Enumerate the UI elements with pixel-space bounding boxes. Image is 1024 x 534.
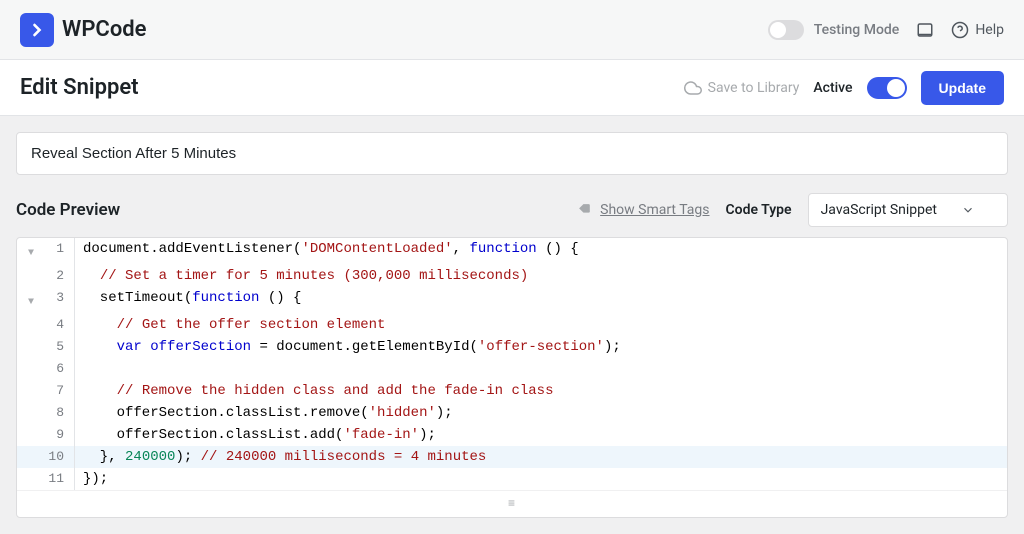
page-title: Edit Snippet (20, 75, 139, 100)
testing-mode-toggle[interactable]: Testing Mode (768, 20, 900, 40)
code-text[interactable]: setTimeout(function () { (75, 287, 1007, 314)
active-label: Active (813, 80, 852, 96)
preview-controls: Show Smart Tags Code Type JavaScript Sni… (576, 193, 1008, 227)
line-number: 3 (45, 287, 75, 314)
line-number: 6 (45, 358, 75, 380)
code-line[interactable]: 11}); (17, 468, 1007, 490)
fold-gutter[interactable] (17, 402, 45, 424)
show-smart-tags-link[interactable]: Show Smart Tags (576, 202, 709, 218)
active-toggle[interactable] (867, 77, 907, 99)
update-button[interactable]: Update (921, 71, 1004, 105)
action-bar: Edit Snippet Save to Library Active Upda… (0, 60, 1024, 116)
notifications-icon[interactable] (915, 20, 935, 40)
logo-text: WPCode (62, 17, 147, 42)
tags-icon (576, 202, 594, 218)
code-text[interactable]: // Get the offer section element (75, 314, 1007, 336)
fold-gutter[interactable]: ▼ (17, 238, 45, 265)
help-icon (951, 21, 969, 39)
code-line[interactable]: ▼3 setTimeout(function () { (17, 287, 1007, 314)
code-line[interactable]: 10 }, 240000); // 240000 milliseconds = … (17, 446, 1007, 468)
line-number: 2 (45, 265, 75, 287)
line-number: 7 (45, 380, 75, 402)
content-area: Code Preview Show Smart Tags Code Type J… (0, 116, 1024, 534)
line-number: 4 (45, 314, 75, 336)
fold-gutter[interactable] (17, 358, 45, 380)
testing-mode-label: Testing Mode (814, 22, 900, 38)
fold-gutter[interactable]: ▼ (17, 287, 45, 314)
action-bar-right: Save to Library Active Update (684, 71, 1004, 105)
line-number: 1 (45, 238, 75, 265)
code-text[interactable]: // Remove the hidden class and add the f… (75, 380, 1007, 402)
code-type-select[interactable]: JavaScript Snippet (808, 193, 1008, 227)
code-editor[interactable]: ▼1document.addEventListener('DOMContentL… (16, 237, 1008, 518)
code-text[interactable]: offerSection.classList.remove('hidden'); (75, 402, 1007, 424)
fold-gutter[interactable] (17, 446, 45, 468)
code-line[interactable]: 7 // Remove the hidden class and add the… (17, 380, 1007, 402)
code-line[interactable]: 9 offerSection.classList.add('fade-in'); (17, 424, 1007, 446)
code-line[interactable]: ▼1document.addEventListener('DOMContentL… (17, 238, 1007, 265)
line-number: 10 (45, 446, 75, 468)
logo-icon (20, 13, 54, 47)
fold-gutter[interactable] (17, 424, 45, 446)
snippet-title-input[interactable] (16, 132, 1008, 175)
code-line[interactable]: 2 // Set a timer for 5 minutes (300,000 … (17, 265, 1007, 287)
line-number: 8 (45, 402, 75, 424)
code-type-value: JavaScript Snippet (821, 202, 937, 218)
preview-header: Code Preview Show Smart Tags Code Type J… (16, 193, 1008, 227)
cloud-icon (684, 79, 702, 97)
code-line[interactable]: 5 var offerSection = document.getElement… (17, 336, 1007, 358)
testing-mode-switch[interactable] (768, 20, 804, 40)
code-text[interactable] (75, 358, 1007, 380)
resize-handle[interactable]: ≡ (17, 490, 1007, 517)
code-line[interactable]: 6 (17, 358, 1007, 380)
chevron-down-icon (961, 203, 975, 217)
code-type-label: Code Type (726, 202, 792, 218)
help-link[interactable]: Help (951, 21, 1004, 39)
save-to-library-link[interactable]: Save to Library (684, 79, 800, 97)
fold-gutter[interactable] (17, 468, 45, 490)
header-right: Testing Mode Help (768, 20, 1004, 40)
fold-gutter[interactable] (17, 336, 45, 358)
show-smart-tags-label: Show Smart Tags (600, 202, 709, 218)
fold-gutter[interactable] (17, 380, 45, 402)
fold-gutter[interactable] (17, 265, 45, 287)
line-number: 9 (45, 424, 75, 446)
code-line[interactable]: 4 // Get the offer section element (17, 314, 1007, 336)
code-preview-title: Code Preview (16, 200, 120, 220)
code-text[interactable]: // Set a timer for 5 minutes (300,000 mi… (75, 265, 1007, 287)
code-text[interactable]: var offerSection = document.getElementBy… (75, 336, 1007, 358)
fold-gutter[interactable] (17, 314, 45, 336)
logo: WPCode (20, 13, 147, 47)
line-number: 11 (45, 468, 75, 490)
line-number: 5 (45, 336, 75, 358)
code-text[interactable]: offerSection.classList.add('fade-in'); (75, 424, 1007, 446)
code-line[interactable]: 8 offerSection.classList.remove('hidden'… (17, 402, 1007, 424)
code-text[interactable]: document.addEventListener('DOMContentLoa… (75, 238, 1007, 265)
code-text[interactable]: }); (75, 468, 1007, 490)
save-to-library-label: Save to Library (708, 80, 800, 96)
code-text[interactable]: }, 240000); // 240000 milliseconds = 4 m… (75, 446, 1007, 468)
help-label: Help (975, 22, 1004, 38)
app-header: WPCode Testing Mode Help (0, 0, 1024, 60)
